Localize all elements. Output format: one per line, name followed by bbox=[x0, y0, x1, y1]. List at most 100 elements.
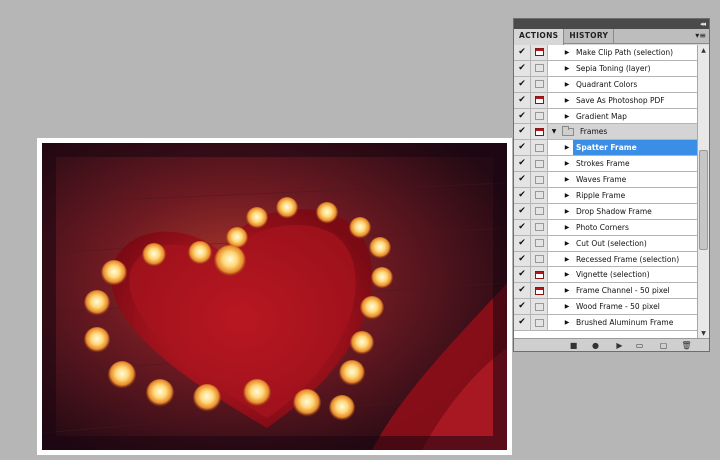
checkmark-icon[interactable]: ✔ bbox=[518, 143, 527, 152]
dialog-toggle-icon[interactable] bbox=[534, 270, 544, 279]
new-set-icon[interactable]: ▭ bbox=[635, 341, 644, 350]
toggle-item-cell[interactable]: ✔ bbox=[514, 203, 531, 219]
checkmark-icon[interactable]: ✔ bbox=[518, 206, 527, 216]
toggle-dialog-cell[interactable] bbox=[531, 203, 548, 219]
toggle-item-cell[interactable]: ✔ bbox=[514, 315, 531, 331]
toggle-item-cell[interactable]: ✔ bbox=[514, 251, 531, 267]
tab-actions[interactable]: ACTIONS bbox=[514, 29, 565, 45]
collapsed-triangle-icon[interactable]: ▶ bbox=[561, 45, 573, 60]
actions-scrollbar[interactable]: ▲ ▼ bbox=[697, 45, 709, 339]
toggle-dialog-cell[interactable] bbox=[531, 60, 548, 76]
toggle-dialog-cell[interactable] bbox=[531, 92, 548, 108]
checkmark-icon[interactable]: ✔ bbox=[518, 238, 527, 248]
checkmark-icon[interactable]: ✔ bbox=[518, 79, 527, 89]
collapsed-triangle-icon[interactable]: ▶ bbox=[561, 252, 573, 267]
toggle-item-cell[interactable]: ✔ bbox=[514, 188, 531, 203]
action-row[interactable]: ✔ ▶ Photo Corners bbox=[514, 219, 698, 236]
collapsed-triangle-icon[interactable]: ▶ bbox=[561, 188, 573, 203]
checkmark-icon[interactable]: ✔ bbox=[518, 175, 527, 184]
checkmark-icon[interactable]: ✔ bbox=[518, 286, 527, 295]
scroll-thumb[interactable] bbox=[699, 150, 708, 250]
toggle-dialog-cell[interactable] bbox=[531, 140, 548, 156]
toggle-item-cell[interactable]: ✔ bbox=[514, 124, 531, 140]
collapsed-triangle-icon[interactable]: ▶ bbox=[561, 299, 573, 314]
toggle-dialog-cell[interactable] bbox=[531, 299, 548, 315]
action-row[interactable]: ✔ ▶ Vignette (selection) bbox=[514, 267, 698, 284]
document-canvas[interactable] bbox=[37, 138, 512, 455]
dialog-toggle-icon[interactable] bbox=[534, 239, 544, 248]
dialog-toggle-icon[interactable] bbox=[534, 175, 544, 184]
collapsed-triangle-icon[interactable]: ▶ bbox=[561, 315, 573, 330]
action-row[interactable]: ✔ ▶ Cut Out (selection) bbox=[514, 235, 698, 252]
toggle-dialog-cell[interactable] bbox=[531, 156, 548, 172]
dialog-toggle-icon[interactable] bbox=[534, 302, 544, 311]
checkmark-icon[interactable]: ✔ bbox=[518, 302, 527, 311]
collapsed-triangle-icon[interactable]: ▶ bbox=[561, 236, 573, 251]
collapsed-triangle-icon[interactable]: ▶ bbox=[561, 61, 573, 76]
action-set-row[interactable]: ✔ ▼ Frames bbox=[514, 124, 698, 141]
action-row[interactable]: ✔ ▶ Drop Shadow Frame bbox=[514, 203, 698, 220]
toggle-dialog-cell[interactable] bbox=[531, 45, 548, 60]
scroll-up-icon[interactable]: ▲ bbox=[698, 45, 709, 56]
toggle-dialog-cell[interactable] bbox=[531, 267, 548, 283]
record-icon[interactable]: ● bbox=[591, 341, 600, 350]
action-row[interactable]: ✔ ▶ Frame Channel - 50 pixel bbox=[514, 283, 698, 300]
dialog-toggle-icon[interactable] bbox=[534, 207, 544, 216]
toggle-item-cell[interactable]: ✔ bbox=[514, 140, 531, 156]
play-selection-icon[interactable]: ▶ bbox=[615, 341, 624, 350]
toggle-dialog-cell[interactable] bbox=[531, 251, 548, 267]
action-row[interactable]: ✔ ▶ Recessed Frame (selection) bbox=[514, 251, 698, 268]
expanded-triangle-icon[interactable]: ▼ bbox=[548, 124, 560, 139]
dialog-toggle-icon[interactable] bbox=[534, 318, 544, 327]
toggle-item-cell[interactable]: ✔ bbox=[514, 172, 531, 188]
dialog-toggle-icon[interactable] bbox=[534, 159, 544, 168]
collapse-panel-icon[interactable]: ◂◂ bbox=[700, 19, 706, 29]
action-row[interactable]: ✔ ▶ Sepia Toning (layer) bbox=[514, 60, 698, 77]
checkmark-icon[interactable]: ✔ bbox=[518, 159, 527, 168]
collapsed-triangle-icon[interactable]: ▶ bbox=[561, 140, 573, 155]
collapsed-triangle-icon[interactable]: ▶ bbox=[561, 204, 573, 219]
dialog-toggle-icon[interactable] bbox=[534, 191, 544, 200]
toggle-item-cell[interactable]: ✔ bbox=[514, 108, 531, 124]
toggle-item-cell[interactable]: ✔ bbox=[514, 156, 531, 172]
checkmark-icon[interactable]: ✔ bbox=[518, 254, 527, 264]
dialog-toggle-icon[interactable] bbox=[534, 48, 544, 57]
tab-history[interactable]: HISTORY bbox=[564, 29, 615, 44]
action-row[interactable]: ✔ ▶ Make Clip Path (selection) bbox=[514, 45, 698, 61]
collapsed-triangle-icon[interactable]: ▶ bbox=[561, 77, 573, 92]
toggle-dialog-cell[interactable] bbox=[531, 188, 548, 203]
dialog-toggle-icon[interactable] bbox=[534, 127, 544, 136]
checkmark-icon[interactable]: ✔ bbox=[518, 270, 527, 279]
dialog-toggle-icon[interactable] bbox=[534, 286, 544, 295]
toggle-item-cell[interactable]: ✔ bbox=[514, 267, 531, 283]
toggle-item-cell[interactable]: ✔ bbox=[514, 60, 531, 76]
action-row[interactable]: ✔ ▶ Ripple Frame bbox=[514, 188, 698, 204]
checkmark-icon[interactable]: ✔ bbox=[518, 318, 527, 327]
dialog-toggle-icon[interactable] bbox=[534, 80, 544, 89]
collapsed-triangle-icon[interactable]: ▶ bbox=[561, 267, 573, 282]
collapsed-triangle-icon[interactable]: ▶ bbox=[561, 93, 573, 108]
action-row[interactable]: ✔ ▶ Brushed Aluminum Frame bbox=[514, 315, 698, 332]
toggle-dialog-cell[interactable] bbox=[531, 235, 548, 251]
toggle-dialog-cell[interactable] bbox=[531, 315, 548, 331]
collapsed-triangle-icon[interactable]: ▶ bbox=[561, 156, 573, 171]
action-row[interactable]: ✔ ▶ Quadrant Colors bbox=[514, 76, 698, 93]
toggle-item-cell[interactable]: ✔ bbox=[514, 76, 531, 92]
delete-icon[interactable]: 🗑 bbox=[681, 341, 691, 350]
collapsed-triangle-icon[interactable]: ▶ bbox=[561, 220, 573, 235]
toggle-item-cell[interactable]: ✔ bbox=[514, 283, 531, 299]
checkmark-icon[interactable]: ✔ bbox=[518, 222, 527, 232]
action-row[interactable]: ✔ ▶ Spatter Frame bbox=[514, 140, 698, 157]
dialog-toggle-icon[interactable] bbox=[534, 112, 544, 120]
toggle-dialog-cell[interactable] bbox=[531, 172, 548, 188]
panel-menu-icon[interactable]: ▾≡ bbox=[695, 31, 706, 41]
toggle-item-cell[interactable]: ✔ bbox=[514, 235, 531, 251]
toggle-dialog-cell[interactable] bbox=[531, 108, 548, 124]
action-row[interactable]: ✔ ▶ Gradient Map bbox=[514, 108, 698, 125]
collapsed-triangle-icon[interactable]: ▶ bbox=[561, 283, 573, 298]
toggle-item-cell[interactable]: ✔ bbox=[514, 45, 531, 60]
action-row[interactable]: ✔ ▶ Strokes Frame bbox=[514, 156, 698, 173]
collapsed-triangle-icon[interactable]: ▶ bbox=[561, 172, 573, 187]
dialog-toggle-icon[interactable] bbox=[534, 223, 544, 232]
toggle-dialog-cell[interactable] bbox=[531, 124, 548, 140]
